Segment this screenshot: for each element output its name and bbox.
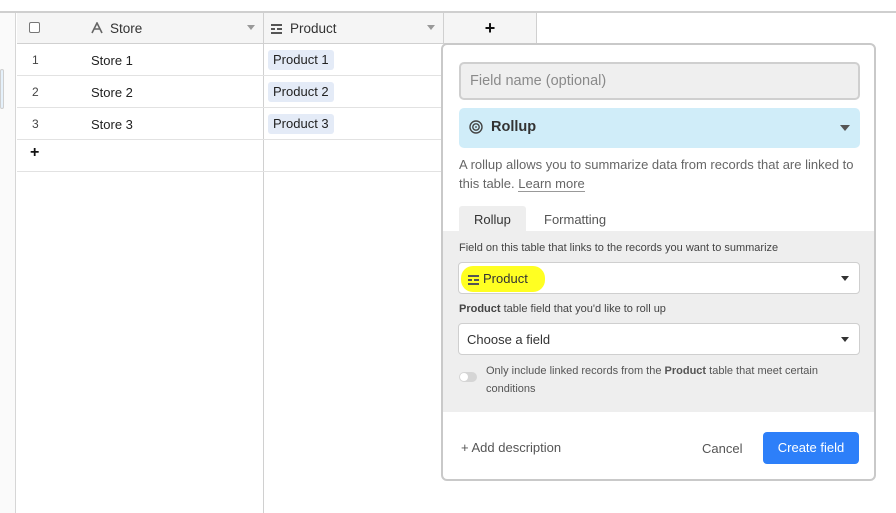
caret-down-icon — [841, 337, 849, 342]
link-field-select[interactable]: Product — [458, 262, 860, 294]
linked-record-pill[interactable]: Product 1 — [268, 50, 334, 70]
text-field-icon — [91, 22, 103, 34]
select-all-checkbox[interactable] — [29, 22, 40, 33]
create-field-button[interactable]: Create field — [763, 432, 859, 464]
field-type-select[interactable]: Rollup — [459, 108, 860, 148]
grid-header: Store Product + — [17, 13, 537, 44]
linked-record-pill[interactable]: Product 3 — [268, 114, 334, 134]
product-column-label: Product — [290, 21, 337, 36]
store-cell[interactable]: Store 1 — [91, 53, 133, 68]
table-row[interactable]: 2 Store 2 Product 2 — [17, 76, 442, 108]
rollup-icon — [469, 120, 483, 134]
add-row-plus-icon[interactable]: + — [30, 144, 39, 162]
row-number: 3 — [32, 117, 39, 131]
product-column-menu-icon[interactable] — [427, 25, 435, 30]
row-number: 2 — [32, 85, 39, 99]
caret-down-icon — [841, 276, 849, 281]
rollup-field-label: Product table field that you'd like to r… — [459, 303, 666, 315]
field-type-label: Rollup — [491, 119, 537, 135]
linked-record-icon — [468, 275, 479, 285]
add-row[interactable]: + — [17, 140, 442, 172]
store-cell[interactable]: Store 3 — [91, 117, 133, 132]
learn-more-link[interactable]: Learn more — [518, 176, 585, 192]
link-field-label: Field on this table that links to the re… — [459, 242, 779, 254]
condition-prefix: Only include linked records from the — [486, 365, 665, 377]
rollup-field-select[interactable]: Choose a field — [458, 323, 860, 355]
app-page: Store Product + 1 Store 1 Product 1 2 St… — [0, 0, 896, 513]
add-column-button[interactable]: + — [444, 13, 537, 44]
conditions-label: Only include linked records from the Pro… — [486, 362, 831, 398]
add-column-plus-icon: + — [484, 18, 496, 38]
chevron-down-icon — [840, 125, 850, 131]
tab-rollup[interactable]: Rollup — [459, 206, 526, 233]
condition-table-name: Product — [664, 365, 707, 377]
header-cell-product[interactable]: Product — [264, 13, 444, 44]
linked-record-pill[interactable]: Product 2 — [268, 82, 334, 102]
rollup-config-panel: Field on this table that links to the re… — [443, 231, 874, 412]
link-field-value: Product — [468, 271, 528, 286]
rollup-field-label-text: table field that you'd like to roll up — [500, 303, 666, 315]
store-column-menu-icon[interactable] — [247, 25, 255, 30]
store-column-label: Store — [110, 21, 143, 36]
field-name-input[interactable]: Field name (optional) — [459, 62, 860, 100]
sidebar-selection-indicator — [0, 69, 4, 109]
linked-record-icon — [271, 24, 282, 34]
add-description-button[interactable]: + Add description — [461, 440, 561, 455]
rollup-table-name: Product — [459, 303, 501, 315]
header-cell-store[interactable]: Store — [17, 13, 264, 44]
table-row[interactable]: 1 Store 1 Product 1 — [17, 44, 442, 76]
left-sidebar-edge[interactable] — [0, 13, 16, 513]
conditions-toggle[interactable] — [459, 372, 477, 382]
field-config-dialog: Field name (optional) Rollup A rollup al… — [441, 43, 876, 481]
store-cell[interactable]: Store 2 — [91, 85, 133, 100]
field-type-description: A rollup allows you to summarize data fr… — [459, 155, 864, 193]
table-row[interactable]: 3 Store 3 Product 3 — [17, 108, 442, 140]
tab-formatting[interactable]: Formatting — [529, 206, 621, 233]
row-number: 1 — [32, 53, 39, 67]
cancel-button[interactable]: Cancel — [702, 441, 742, 456]
link-field-name: Product — [483, 271, 528, 286]
rollup-field-placeholder: Choose a field — [467, 332, 551, 347]
